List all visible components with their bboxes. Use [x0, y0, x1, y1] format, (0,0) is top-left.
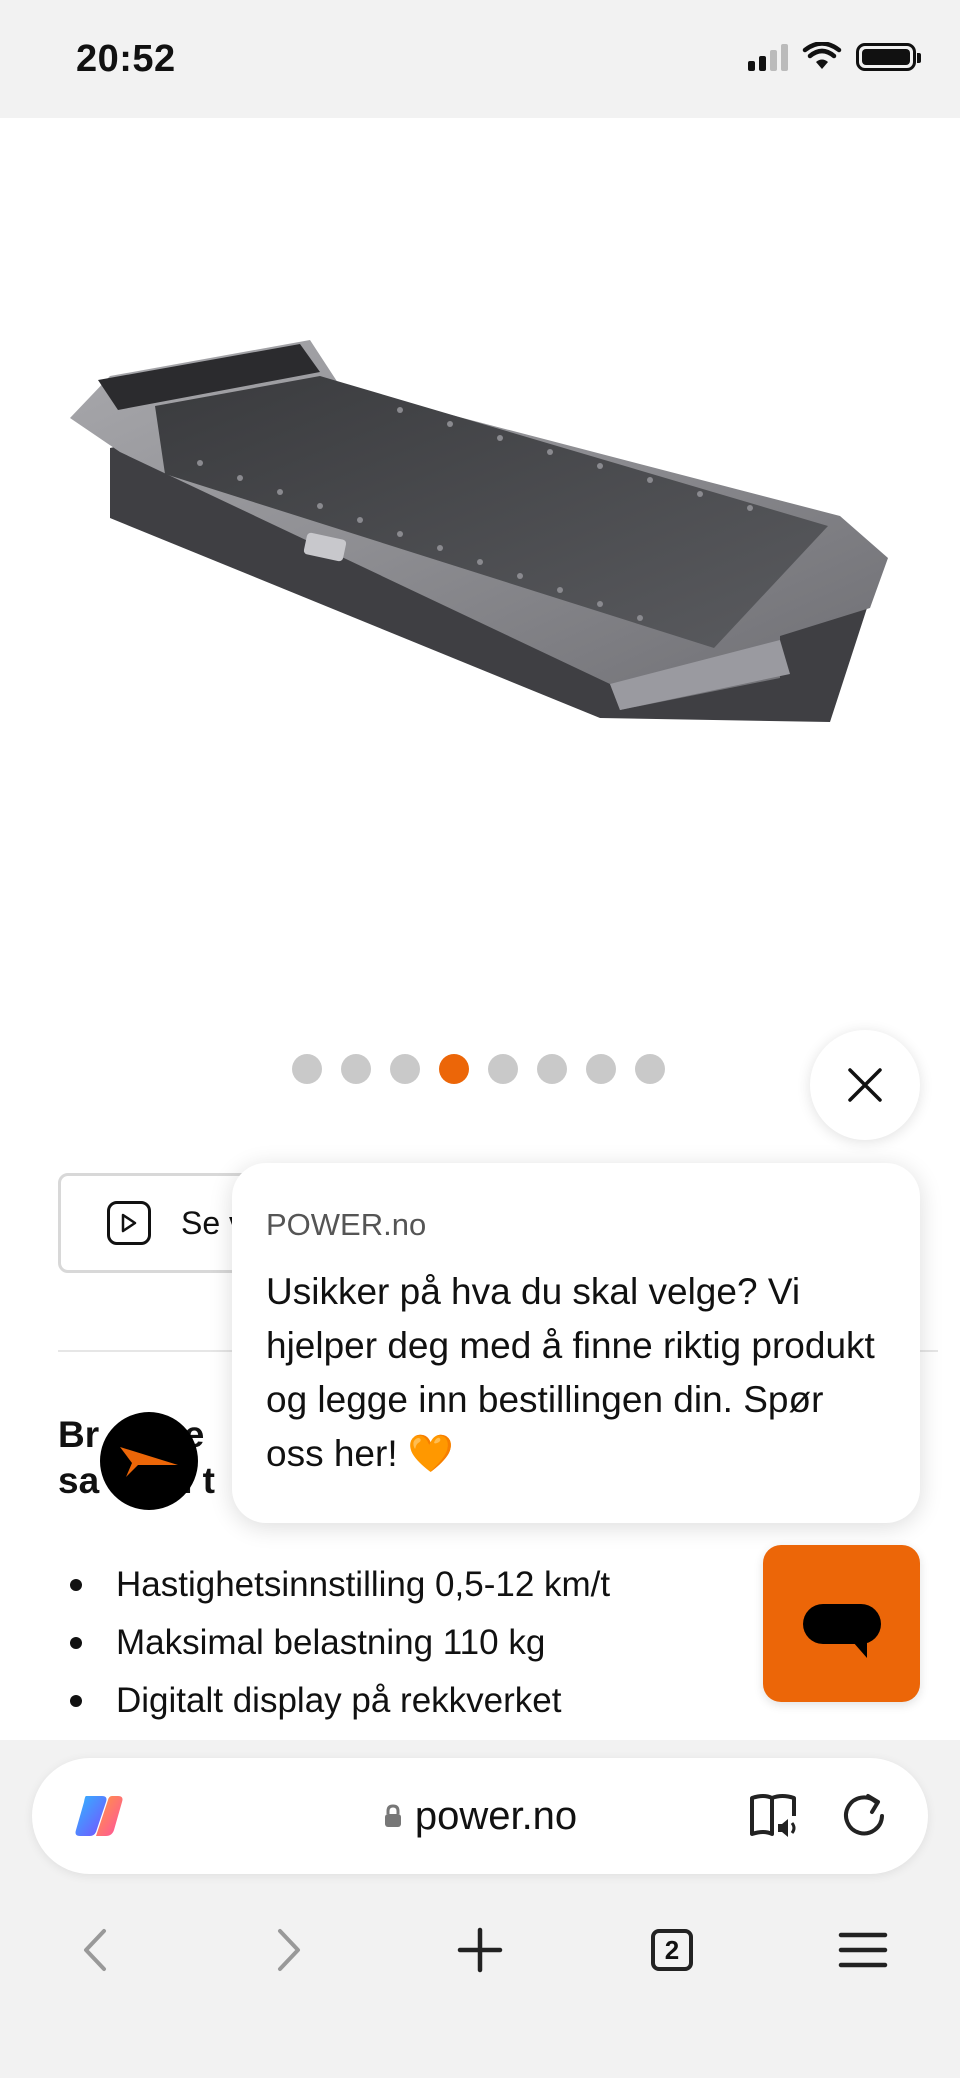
tabs-icon: 2: [651, 1929, 693, 1971]
menu-icon: [838, 1932, 888, 1968]
back-icon: [84, 1929, 106, 1971]
back-button[interactable]: [50, 1905, 140, 1995]
carousel-dot[interactable]: [586, 1054, 616, 1084]
carousel-dot[interactable]: [488, 1054, 518, 1084]
treadmill-image: [70, 340, 888, 722]
feature-item: Digitalt display på rekkverket: [58, 1672, 610, 1730]
browser-nav: 2: [0, 1905, 960, 1995]
chat-bubble-icon: [802, 1603, 881, 1658]
status-icons: [748, 42, 921, 72]
new-tab-button[interactable]: [435, 1905, 525, 1995]
status-bar: 20:52: [0, 0, 960, 118]
menu-button[interactable]: [818, 1905, 908, 1995]
product-image[interactable]: [0, 118, 960, 1018]
chat-message: Usikker på hva du skal velge? Vi hjelper…: [266, 1271, 875, 1474]
close-icon: [848, 1068, 882, 1102]
forward-button[interactable]: [244, 1905, 334, 1995]
tabs-button[interactable]: 2: [627, 1905, 717, 1995]
forward-icon: [278, 1929, 300, 1971]
carousel-dot[interactable]: [635, 1054, 665, 1084]
chat-popup[interactable]: POWER.no Usikker på hva du skal velge? V…: [232, 1163, 920, 1523]
carousel-dot-active[interactable]: [439, 1054, 469, 1084]
power-logo-avatar: [100, 1412, 198, 1510]
reload-icon[interactable]: [838, 1790, 890, 1842]
chat-close-button[interactable]: [810, 1030, 920, 1140]
chat-launcher-button[interactable]: [763, 1545, 920, 1702]
carousel-dot[interactable]: [292, 1054, 322, 1084]
carousel-dot[interactable]: [341, 1054, 371, 1084]
reader-mode-icon[interactable]: [748, 1790, 804, 1842]
feature-item: Maksimal belastning 110 kg: [58, 1614, 610, 1672]
section-title-part: sa: [58, 1460, 100, 1501]
feature-item: Hastighetsinnstilling 0,5-12 km/t: [58, 1556, 610, 1614]
play-icon: [107, 1201, 151, 1245]
feature-list: Hastighetsinnstilling 0,5-12 km/t Maksim…: [58, 1556, 610, 1730]
carousel-dot[interactable]: [537, 1054, 567, 1084]
carousel-dots: [292, 1054, 665, 1084]
section-title-part: Br: [58, 1414, 100, 1455]
wifi-icon: [802, 42, 842, 69]
cellular-signal-icon: [748, 43, 788, 71]
lock-icon: [384, 1804, 401, 1827]
new-tab-icon: [457, 1927, 503, 1973]
url-text: power.no: [414, 1793, 578, 1838]
battery-icon: [856, 43, 921, 71]
power-logo-icon: [120, 1447, 178, 1477]
status-time: 20:52: [76, 38, 176, 80]
carousel-dot[interactable]: [390, 1054, 420, 1084]
chat-source: POWER.no: [266, 1207, 427, 1242]
address-bar[interactable]: power.no: [32, 1758, 928, 1874]
